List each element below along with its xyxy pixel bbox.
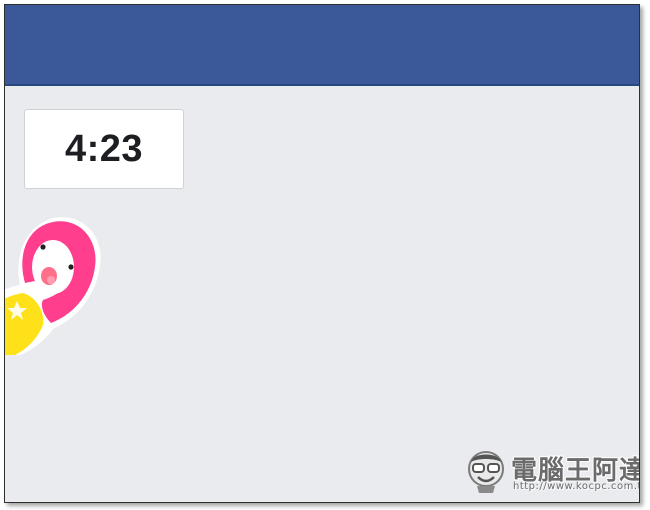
header-bar [5, 5, 639, 86]
timer-display: 4:23 [64, 127, 144, 170]
watermark: 電腦王阿達 http://www.kocpc.com.tw [463, 448, 639, 496]
timer-card: 4:23 [24, 109, 184, 189]
girl-sticker-icon [5, 217, 101, 355]
watermark-url: http://www.kocpc.com.tw [513, 481, 640, 492]
app-window: 4:23 電腦王阿達 http://www.kocpc.com.tw [4, 4, 640, 503]
mascot-logo-icon [468, 451, 504, 493]
